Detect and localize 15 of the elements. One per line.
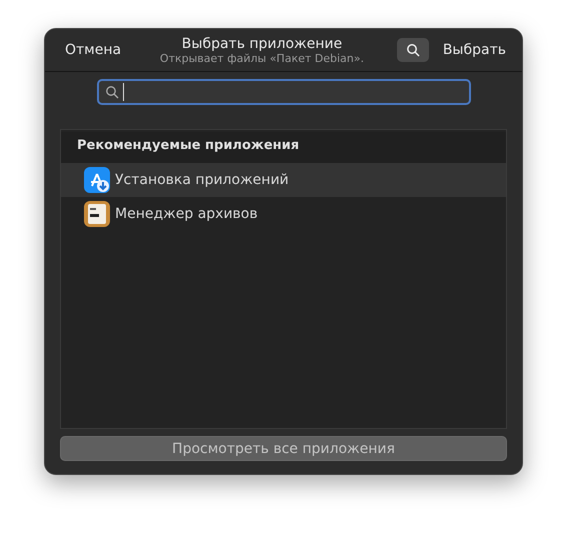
search-field[interactable]: [96, 79, 470, 105]
dialog-subtitle: Открывает файлы «Пакет Debian».: [160, 52, 364, 64]
app-name: Установка приложений: [115, 172, 289, 188]
search-button[interactable]: [396, 38, 429, 62]
app-store-icon: [83, 166, 111, 194]
app-list-item[interactable]: Менеджер архивов: [61, 197, 506, 231]
cancel-button[interactable]: Отмена: [59, 38, 128, 62]
search-icon: [406, 43, 420, 57]
app-name: Менеджер архивов: [115, 206, 258, 222]
dialog-title: Выбрать приложение: [182, 36, 342, 52]
archive-box-icon: [83, 200, 111, 228]
app-list-item[interactable]: Установка приложений: [61, 163, 506, 197]
search-icon: [104, 85, 118, 99]
select-button[interactable]: Выбрать: [436, 38, 512, 62]
show-all-apps-button[interactable]: Просмотреть все приложения: [60, 436, 507, 461]
